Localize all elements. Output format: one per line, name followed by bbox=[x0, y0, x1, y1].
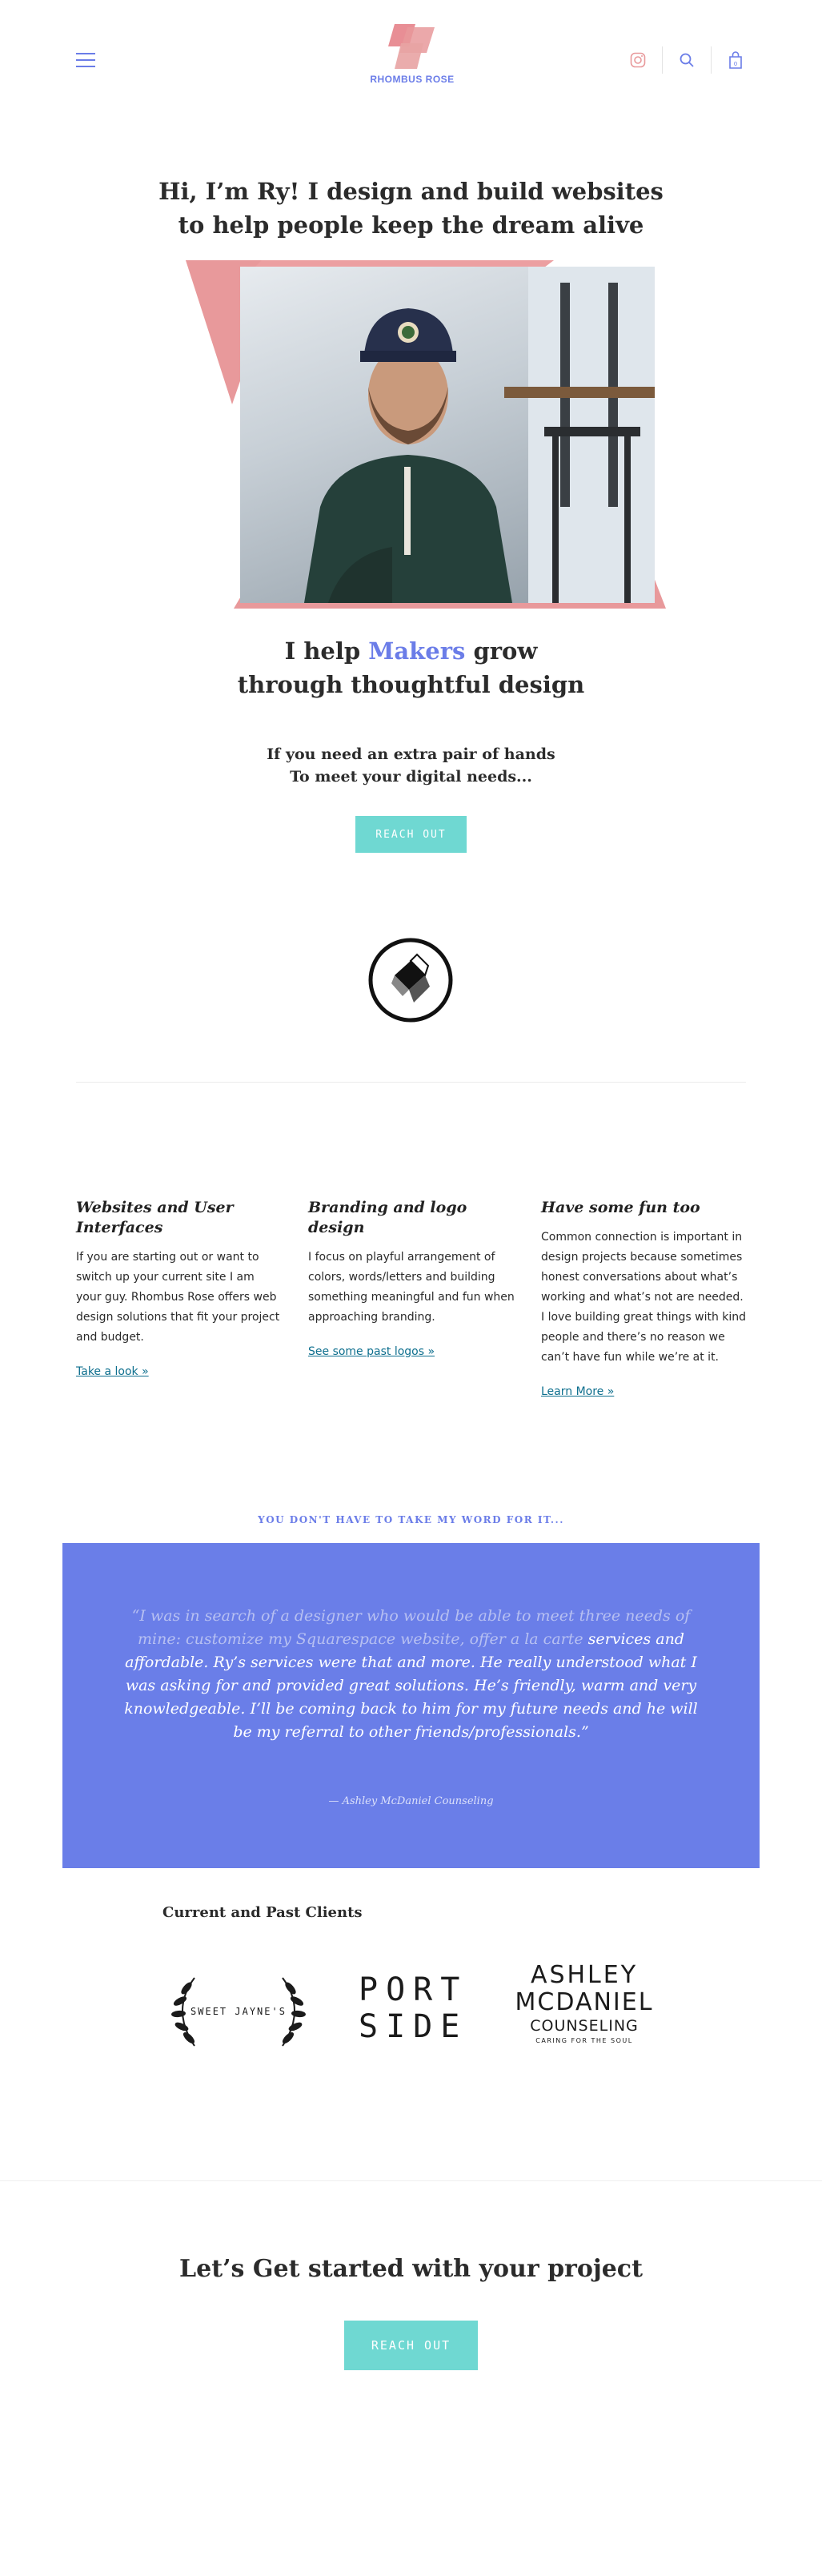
client-logo-sweet-jaynes: SWEET JAYNE'S bbox=[162, 1966, 315, 2058]
clients-title: Current and Past Clients bbox=[162, 1904, 363, 1921]
ashley-line4: CARING FOR THE SOUL bbox=[535, 2037, 633, 2044]
makers-heading: I help Makers grow through thoughtful de… bbox=[144, 634, 678, 701]
laurel-wreath-icon: SWEET JAYNE'S bbox=[171, 1977, 306, 2047]
header-actions: 0 bbox=[628, 46, 746, 74]
menu-icon[interactable] bbox=[76, 53, 95, 67]
client-logo-ashley-mcdaniel: ASHLEY MCDANIEL COUNSELING CARING FOR TH… bbox=[508, 1961, 660, 2045]
take-a-look-link[interactable]: Take a look » bbox=[76, 1365, 149, 1378]
makers-line2: through thoughtful design bbox=[237, 671, 585, 698]
portside-line1: PORT bbox=[359, 1971, 468, 2008]
brand-logo[interactable]: RHOMBUS ROSE bbox=[360, 22, 464, 94]
brand-name: RHOMBUS ROSE bbox=[370, 74, 455, 85]
learn-more-link[interactable]: Learn More » bbox=[541, 1385, 614, 1398]
service-body: If you are starting out or want to switc… bbox=[76, 1251, 280, 1344]
service-card-branding: Branding and logo design I focus on play… bbox=[308, 1198, 515, 1359]
need-line2: To meet your digital needs... bbox=[290, 768, 532, 786]
site-header: RHOMBUS ROSE 0 bbox=[0, 0, 822, 120]
reach-out-bottom-button[interactable]: REACH OUT bbox=[344, 2321, 478, 2370]
makers-prefix: I help bbox=[284, 637, 361, 665]
rhombus-logo-mark bbox=[388, 24, 435, 69]
sweet-jaynes-wordmark: SWEET JAYNE'S bbox=[190, 2006, 287, 2017]
past-logos-link[interactable]: See some past logos » bbox=[308, 1345, 435, 1358]
testimonial-kicker: YOU DON'T HAVE TO TAKE MY WORD FOR IT... bbox=[258, 1514, 564, 1525]
ashley-line1: ASHLEY bbox=[530, 1961, 639, 1989]
service-card-websites: Websites and User Interfaces If you are … bbox=[76, 1198, 283, 1379]
ashley-line3: COUNSELING bbox=[530, 2017, 639, 2035]
service-body: I focus on playful arrangement of colors… bbox=[308, 1251, 515, 1324]
hero-title: Hi, I’m Ry! I design and build websites … bbox=[158, 178, 664, 239]
hero-photo bbox=[240, 267, 655, 603]
testimonial-author: — Ashley McDaniel Counseling bbox=[328, 1795, 494, 1807]
rhombus-badge-icon bbox=[368, 938, 453, 1023]
cart-icon[interactable]: 0 bbox=[725, 50, 746, 70]
cta-title: Let’s Get started with your project bbox=[179, 2255, 643, 2283]
service-card-fun: Have some fun too Common connection is i… bbox=[541, 1198, 748, 1399]
reach-out-button[interactable]: REACH OUT bbox=[355, 816, 467, 853]
header-separator bbox=[662, 46, 663, 74]
section-divider bbox=[0, 2180, 822, 2181]
need-heading: If you need an extra pair of hands To me… bbox=[184, 743, 638, 788]
makers-highlight: Makers bbox=[368, 637, 466, 665]
need-line1: If you need an extra pair of hands bbox=[267, 745, 555, 763]
instagram-icon[interactable] bbox=[628, 50, 648, 70]
service-body: Common connection is important in design… bbox=[541, 1231, 747, 1364]
service-title: Websites and User Interfaces bbox=[76, 1199, 234, 1236]
makers-suffix: grow bbox=[473, 637, 538, 665]
portrait-illustration bbox=[304, 267, 655, 603]
testimonial-quote: “I was in search of a designer who would… bbox=[124, 1605, 698, 1744]
header-separator bbox=[711, 46, 712, 74]
portside-line2: SIDE bbox=[359, 2008, 468, 2045]
service-title: Have some fun too bbox=[541, 1199, 700, 1216]
client-logo-portside: PORT SIDE bbox=[359, 1971, 467, 2045]
cart-count: 0 bbox=[734, 61, 737, 67]
search-icon[interactable] bbox=[676, 50, 697, 70]
service-title: Branding and logo design bbox=[308, 1199, 467, 1236]
section-divider bbox=[76, 1082, 746, 1083]
ashley-line2: MCDANIEL bbox=[515, 1988, 654, 2016]
